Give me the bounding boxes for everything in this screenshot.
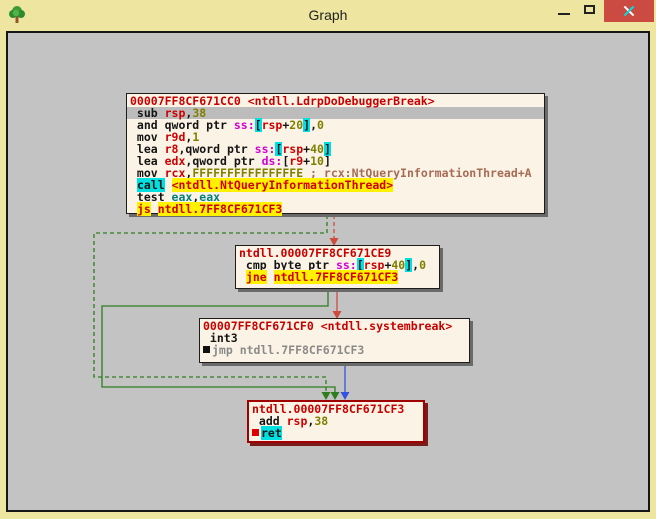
- minimize-button[interactable]: [552, 0, 576, 22]
- minimize-icon: [558, 13, 570, 15]
- token: rsp: [261, 118, 283, 132]
- token: 38: [314, 414, 329, 428]
- breakpoint-marker: [252, 429, 259, 436]
- block-ldrpdodebuggerbreak[interactable]: 00007FF8CF671CC0 <ntdll.LdrpDoDebuggerBr…: [126, 93, 545, 216]
- maximize-icon: [584, 5, 595, 14]
- disasm-row[interactable]: jne ntdll.7FF8CF671CF3: [236, 270, 439, 284]
- window-controls: [552, 0, 654, 22]
- token: ss:: [233, 118, 255, 132]
- graph-layer: 00007FF8CF671CC0 <ntdll.LdrpDoDebuggerBr…: [0, 0, 656, 519]
- token: js: [136, 202, 151, 216]
- token: 00007FF8CF671CF0 <ntdll.systembreak>: [203, 319, 453, 333]
- block-systembreak[interactable]: 00007FF8CF671CF0 <ntdll.systembreak> int…: [199, 318, 470, 363]
- token: 0: [419, 258, 427, 272]
- close-button[interactable]: [604, 0, 654, 22]
- disasm-row[interactable]: ret: [249, 426, 423, 440]
- token: rsp: [286, 414, 308, 428]
- token: [: [254, 118, 262, 132]
- token: jne: [245, 270, 267, 284]
- disasm-row[interactable]: jmp ntdll.7FF8CF671CF3: [200, 344, 469, 356]
- titlebar[interactable]: Graph: [0, 0, 656, 31]
- token: ,: [310, 118, 318, 132]
- token: 0: [317, 118, 324, 132]
- block-671cf3[interactable]: ntdll.00007FF8CF671CF3 add rsp,38 ret: [247, 400, 425, 443]
- token: ntdll.7FF8CF671CF3: [273, 270, 399, 284]
- token: 20: [289, 118, 304, 132]
- block-671ce9[interactable]: ntdll.00007FF8CF671CE9 cmp byte ptr ss:[…: [235, 245, 440, 289]
- disasm-row[interactable]: js ntdll.7FF8CF671CF3: [127, 202, 544, 216]
- token: jmp ntdll.7FF8CF671CF3: [212, 343, 365, 357]
- token: ret: [261, 426, 282, 440]
- breakpoint-marker: [203, 346, 210, 353]
- token: ntdll.7FF8CF671CF3: [157, 202, 283, 216]
- block-title[interactable]: 00007FF8CF671CF0 <ntdll.systembreak>: [200, 320, 469, 332]
- maximize-button[interactable]: [576, 0, 604, 22]
